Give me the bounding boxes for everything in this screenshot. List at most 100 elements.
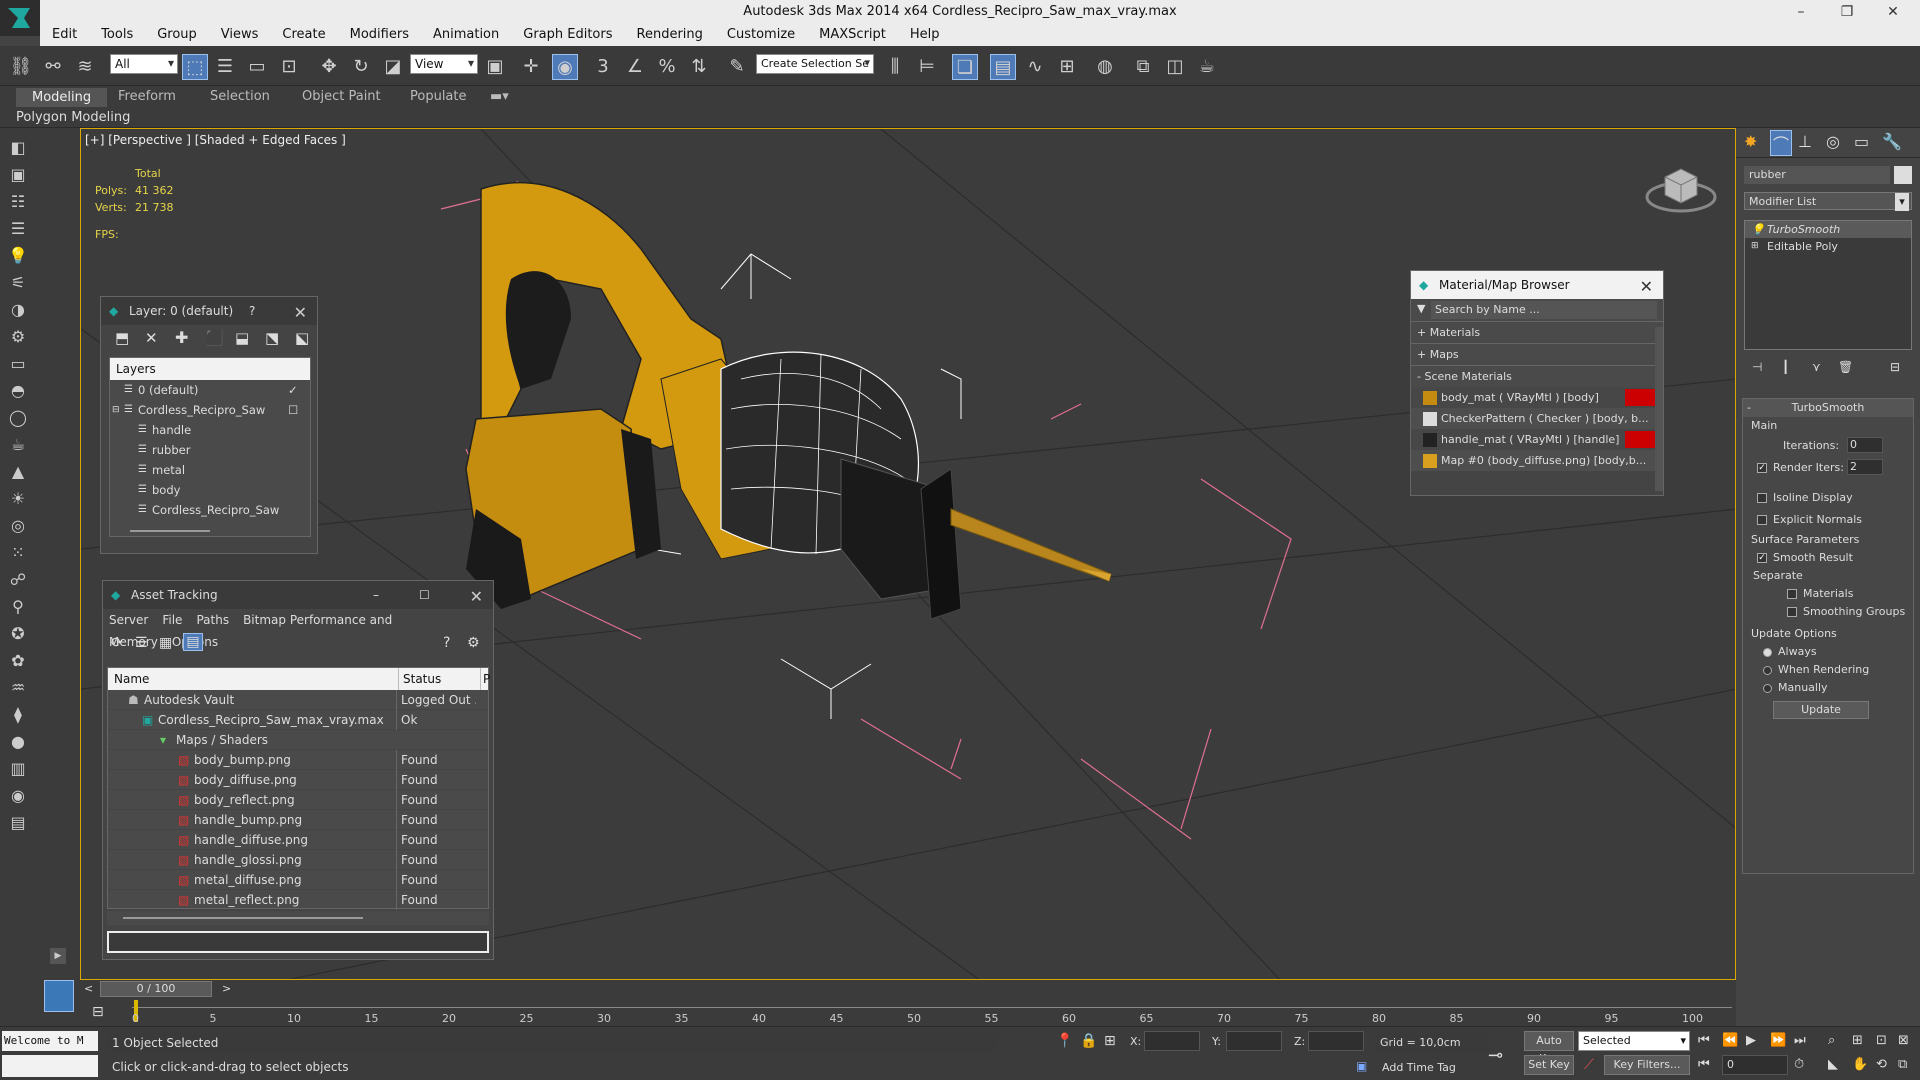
- menu-views[interactable]: Views: [209, 24, 271, 42]
- material-editor-icon[interactable]: ◍: [1092, 54, 1118, 80]
- y-coordinate-input[interactable]: [1226, 1031, 1282, 1051]
- cloth-icon[interactable]: ⧫: [6, 703, 30, 727]
- maximize-viewport-icon[interactable]: ⧉: [1898, 1057, 1907, 1072]
- schematic-view-icon[interactable]: ⊞: [1054, 54, 1080, 80]
- render-production-icon[interactable]: ☕: [1194, 54, 1220, 80]
- table-row[interactable]: ▧ handle_diffuse.png Found: [108, 830, 488, 850]
- set-key-button[interactable]: Set Key: [1524, 1055, 1574, 1075]
- named-selection-set-dropdown[interactable]: Create Selection Se: [756, 54, 874, 74]
- edit-named-selection-icon[interactable]: ✎: [724, 54, 750, 80]
- z-coordinate-input[interactable]: [1308, 1031, 1364, 1051]
- zoom-extents-icon[interactable]: ⊡: [1876, 1033, 1887, 1048]
- env-icon[interactable]: ◉: [6, 784, 30, 808]
- layer-row[interactable]: ☰ Cordless_Recipro_Saw ☐ ⊟: [110, 400, 310, 420]
- maxscript-listener[interactable]: Welcome to M: [2, 1031, 98, 1051]
- align-icon[interactable]: ⊨: [914, 54, 940, 80]
- pivot-center-icon[interactable]: ▣: [482, 54, 508, 80]
- highlight-layer-icon[interactable]: ⬓: [235, 329, 249, 347]
- menu-animation[interactable]: Animation: [421, 24, 511, 42]
- rect-selection-icon[interactable]: ▭: [244, 54, 270, 80]
- menu-maxscript[interactable]: MAXScript: [807, 24, 898, 42]
- bind-spacewarp-icon[interactable]: ≋: [72, 54, 98, 80]
- key-filters-button[interactable]: Key Filters...: [1604, 1055, 1690, 1075]
- key-mode-dropdown[interactable]: Selected ▾: [1578, 1031, 1690, 1051]
- status-column-header[interactable]: Status: [398, 668, 441, 690]
- absolute-mode-icon[interactable]: ⊞: [1104, 1033, 1116, 1049]
- object-color-swatch[interactable]: [1894, 166, 1912, 184]
- table-row[interactable]: ▧ metal_diffuse.png Found: [108, 870, 488, 890]
- configure-modifier-sets-icon[interactable]: ⊟: [1890, 360, 1900, 374]
- table-row[interactable]: ▣ Cordless_Recipro_Saw_max_vray.max Ok: [108, 710, 488, 730]
- select-object-icon[interactable]: ⬚: [182, 54, 208, 80]
- table-row[interactable]: ▧ body_reflect.png Found: [108, 790, 488, 810]
- search-options-icon[interactable]: ▼: [1417, 302, 1425, 315]
- mat-group-header[interactable]: + Maps: [1411, 343, 1663, 365]
- box-icon[interactable]: ▭: [6, 352, 30, 376]
- table-row[interactable]: ▧ body_diffuse.png Found: [108, 770, 488, 790]
- isolate-icon[interactable]: 📍: [1056, 1033, 1073, 1049]
- remove-modifier-icon[interactable]: 🗑: [1838, 360, 1853, 374]
- layer-row[interactable]: ☰ 0 (default) ✓: [110, 380, 310, 400]
- lights-icon[interactable]: 💡: [6, 244, 30, 268]
- mirror-icon[interactable]: ⫼: [882, 54, 908, 80]
- tab-populate[interactable]: Populate: [410, 89, 467, 104]
- asset-menu-file[interactable]: File: [162, 613, 182, 627]
- add-time-tag[interactable]: Add Time Tag: [1382, 1061, 1456, 1074]
- when-rendering-radio[interactable]: [1763, 665, 1772, 675]
- hide-all-icon[interactable]: ⬔: [265, 329, 279, 347]
- field-of-view-icon[interactable]: ◣: [1828, 1057, 1838, 1072]
- render-iters-checkbox[interactable]: ✓: [1757, 463, 1767, 473]
- close-icon[interactable]: ✕: [1870, 0, 1916, 24]
- help-icon[interactable]: ?: [249, 297, 255, 325]
- mat-vscroll[interactable]: [1655, 327, 1663, 491]
- add-to-layer-icon[interactable]: ✚: [175, 328, 188, 347]
- explicit-normals-checkbox[interactable]: [1757, 515, 1767, 525]
- ribbon-options-icon[interactable]: ▬▾: [490, 89, 509, 104]
- list-item[interactable]: body_mat ( VRayMtl ) [body]: [1411, 387, 1655, 408]
- minimize-icon[interactable]: –: [1778, 0, 1824, 24]
- sun-icon[interactable]: ☀: [6, 487, 30, 511]
- zoom-extents-all-icon[interactable]: ⊠: [1898, 1033, 1909, 1048]
- menu-modifiers[interactable]: Modifiers: [338, 24, 421, 42]
- close-icon[interactable]: ✕: [294, 299, 307, 327]
- mat-group-header[interactable]: - Scene Materials: [1411, 365, 1663, 387]
- asset-hscroll[interactable]: [107, 911, 489, 925]
- search-by-name-input[interactable]: Search by Name ...: [1431, 301, 1657, 319]
- tab-object-paint[interactable]: Object Paint: [302, 89, 381, 104]
- motion-tab-icon[interactable]: ◎: [1826, 132, 1840, 151]
- close-icon[interactable]: ✕: [1640, 273, 1653, 301]
- auto-key-button[interactable]: Auto Key: [1524, 1031, 1574, 1065]
- delete-layer-icon[interactable]: ✕: [145, 329, 158, 347]
- select-icon[interactable]: ☷: [6, 190, 30, 214]
- shapes-icon[interactable]: ◑: [6, 298, 30, 322]
- lock-selection-icon[interactable]: 🔒: [1080, 1033, 1097, 1049]
- prev-frame-icon[interactable]: <: [84, 982, 93, 995]
- zoom-icon[interactable]: ⌕: [1828, 1033, 1835, 1048]
- menu-customize[interactable]: Customize: [715, 24, 807, 42]
- percent-snap-icon[interactable]: %: [654, 54, 680, 80]
- options-gear-icon[interactable]: ⚙: [467, 635, 480, 651]
- table-view-icon[interactable]: ▦: [159, 635, 172, 651]
- window-crossing-icon[interactable]: ⊡: [276, 54, 302, 80]
- set-current-layer-icon[interactable]: ☐: [288, 400, 298, 420]
- snap-toggle-icon[interactable]: 3: [590, 54, 616, 80]
- smooth-result-checkbox[interactable]: ✓: [1757, 553, 1767, 563]
- expand-arrow-icon[interactable]: ▶: [50, 948, 66, 964]
- table-row[interactable]: ▧ handle_glossi.png Found: [108, 850, 488, 870]
- table-row[interactable]: ▧ metal_reflect.png Found: [108, 890, 488, 910]
- modify-tab-icon[interactable]: ⌒: [1770, 130, 1792, 156]
- scale-icon[interactable]: ◪: [380, 54, 406, 80]
- restore-icon[interactable]: ❐: [1824, 0, 1870, 24]
- select-layer-icon[interactable]: ⬛: [205, 329, 224, 347]
- modify-icon[interactable]: ▣: [6, 163, 30, 187]
- layer-row[interactable]: ☰ handle: [110, 420, 310, 440]
- layer-row[interactable]: ☰ body: [110, 480, 310, 500]
- render-icon[interactable]: ▥: [6, 757, 30, 781]
- scene-icon[interactable]: ▤: [6, 811, 30, 835]
- make-unique-icon[interactable]: ⋎: [1812, 360, 1821, 374]
- move-icon[interactable]: ✥: [316, 54, 342, 80]
- asset-menu-paths[interactable]: Paths: [196, 613, 229, 627]
- current-frame-input[interactable]: 0: [1722, 1055, 1788, 1075]
- manually-radio[interactable]: [1763, 683, 1772, 693]
- always-radio[interactable]: [1763, 647, 1772, 657]
